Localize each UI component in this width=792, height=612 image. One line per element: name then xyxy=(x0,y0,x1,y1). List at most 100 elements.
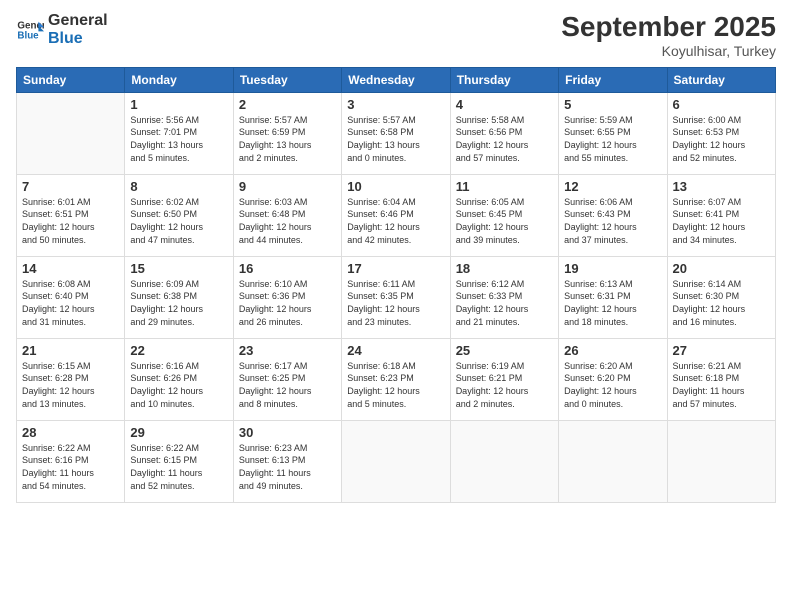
day-info: Sunrise: 6:06 AM Sunset: 6:43 PM Dayligh… xyxy=(564,196,661,246)
day-number: 8 xyxy=(130,179,227,194)
day-number: 17 xyxy=(347,261,444,276)
day-info: Sunrise: 6:02 AM Sunset: 6:50 PM Dayligh… xyxy=(130,196,227,246)
day-info: Sunrise: 6:05 AM Sunset: 6:45 PM Dayligh… xyxy=(456,196,553,246)
day-number: 19 xyxy=(564,261,661,276)
day-number: 4 xyxy=(456,97,553,112)
day-info: Sunrise: 6:09 AM Sunset: 6:38 PM Dayligh… xyxy=(130,278,227,328)
calendar-header-row: SundayMondayTuesdayWednesdayThursdayFrid… xyxy=(17,67,776,92)
day-number: 11 xyxy=(456,179,553,194)
day-info: Sunrise: 6:18 AM Sunset: 6:23 PM Dayligh… xyxy=(347,360,444,410)
day-number: 27 xyxy=(673,343,770,358)
calendar-cell: 21 Sunrise: 6:15 AM Sunset: 6:28 PM Dayli… xyxy=(17,338,125,420)
calendar-cell: 30 Sunrise: 6:23 AM Sunset: 6:13 PM Dayli… xyxy=(233,420,341,502)
day-number: 20 xyxy=(673,261,770,276)
day-number: 7 xyxy=(22,179,119,194)
day-info: Sunrise: 6:13 AM Sunset: 6:31 PM Dayligh… xyxy=(564,278,661,328)
calendar-cell: 4 Sunrise: 5:58 AM Sunset: 6:56 PM Daylig… xyxy=(450,92,558,174)
day-info: Sunrise: 6:10 AM Sunset: 6:36 PM Dayligh… xyxy=(239,278,336,328)
calendar-cell: 26 Sunrise: 6:20 AM Sunset: 6:20 PM Dayli… xyxy=(559,338,667,420)
calendar-cell: 13 Sunrise: 6:07 AM Sunset: 6:41 PM Dayli… xyxy=(667,174,775,256)
day-info: Sunrise: 6:01 AM Sunset: 6:51 PM Dayligh… xyxy=(22,196,119,246)
day-info: Sunrise: 5:57 AM Sunset: 6:59 PM Dayligh… xyxy=(239,114,336,164)
calendar-cell: 28 Sunrise: 6:22 AM Sunset: 6:16 PM Dayli… xyxy=(17,420,125,502)
day-number: 10 xyxy=(347,179,444,194)
calendar: SundayMondayTuesdayWednesdayThursdayFrid… xyxy=(16,67,776,503)
day-info: Sunrise: 5:56 AM Sunset: 7:01 PM Dayligh… xyxy=(130,114,227,164)
calendar-cell: 24Sunrise: 6:18 AM Sunset: 6:23 PM Dayli… xyxy=(342,338,450,420)
day-header-wednesday: Wednesday xyxy=(342,67,450,92)
calendar-cell: 22 Sunrise: 6:16 AM Sunset: 6:26 PM Dayli… xyxy=(125,338,233,420)
day-number: 21 xyxy=(22,343,119,358)
calendar-cell: 23 Sunrise: 6:17 AM Sunset: 6:25 PM Dayli… xyxy=(233,338,341,420)
calendar-cell: 6 Sunrise: 6:00 AM Sunset: 6:53 PM Daylig… xyxy=(667,92,775,174)
calendar-cell: 29 Sunrise: 6:22 AM Sunset: 6:15 PM Dayli… xyxy=(125,420,233,502)
calendar-cell: 14 Sunrise: 6:08 AM Sunset: 6:40 PM Dayli… xyxy=(17,256,125,338)
calendar-cell: 2 Sunrise: 5:57 AM Sunset: 6:59 PM Daylig… xyxy=(233,92,341,174)
day-number: 23 xyxy=(239,343,336,358)
day-number: 9 xyxy=(239,179,336,194)
day-info: Sunrise: 6:07 AM Sunset: 6:41 PM Dayligh… xyxy=(673,196,770,246)
calendar-cell: 11 Sunrise: 6:05 AM Sunset: 6:45 PM Dayli… xyxy=(450,174,558,256)
calendar-cell: 12Sunrise: 6:06 AM Sunset: 6:43 PM Dayli… xyxy=(559,174,667,256)
calendar-cell: 20 Sunrise: 6:14 AM Sunset: 6:30 PM Dayli… xyxy=(667,256,775,338)
day-info: Sunrise: 5:58 AM Sunset: 6:56 PM Dayligh… xyxy=(456,114,553,164)
day-number: 29 xyxy=(130,425,227,440)
day-number: 28 xyxy=(22,425,119,440)
title-block: September 2025 Koyulhisar, Turkey xyxy=(561,12,776,59)
calendar-cell: 8 Sunrise: 6:02 AM Sunset: 6:50 PM Daylig… xyxy=(125,174,233,256)
day-number: 15 xyxy=(130,261,227,276)
calendar-cell xyxy=(17,92,125,174)
calendar-cell: 9 Sunrise: 6:03 AM Sunset: 6:48 PM Daylig… xyxy=(233,174,341,256)
day-info: Sunrise: 6:00 AM Sunset: 6:53 PM Dayligh… xyxy=(673,114,770,164)
day-info: Sunrise: 6:22 AM Sunset: 6:16 PM Dayligh… xyxy=(22,442,119,492)
day-info: Sunrise: 6:23 AM Sunset: 6:13 PM Dayligh… xyxy=(239,442,336,492)
day-info: Sunrise: 6:19 AM Sunset: 6:21 PM Dayligh… xyxy=(456,360,553,410)
day-number: 30 xyxy=(239,425,336,440)
day-info: Sunrise: 6:16 AM Sunset: 6:26 PM Dayligh… xyxy=(130,360,227,410)
calendar-cell: 17Sunrise: 6:11 AM Sunset: 6:35 PM Dayli… xyxy=(342,256,450,338)
day-info: Sunrise: 6:20 AM Sunset: 6:20 PM Dayligh… xyxy=(564,360,661,410)
day-number: 2 xyxy=(239,97,336,112)
day-info: Sunrise: 5:57 AM Sunset: 6:58 PM Dayligh… xyxy=(347,114,444,164)
calendar-cell xyxy=(667,420,775,502)
calendar-cell: 7 Sunrise: 6:01 AM Sunset: 6:51 PM Daylig… xyxy=(17,174,125,256)
day-info: Sunrise: 6:17 AM Sunset: 6:25 PM Dayligh… xyxy=(239,360,336,410)
day-info: Sunrise: 6:21 AM Sunset: 6:18 PM Dayligh… xyxy=(673,360,770,410)
page-subtitle: Koyulhisar, Turkey xyxy=(561,43,776,59)
day-number: 6 xyxy=(673,97,770,112)
day-number: 26 xyxy=(564,343,661,358)
calendar-week-row: 7 Sunrise: 6:01 AM Sunset: 6:51 PM Daylig… xyxy=(17,174,776,256)
day-info: Sunrise: 6:14 AM Sunset: 6:30 PM Dayligh… xyxy=(673,278,770,328)
day-info: Sunrise: 6:15 AM Sunset: 6:28 PM Dayligh… xyxy=(22,360,119,410)
svg-text:Blue: Blue xyxy=(17,30,39,41)
calendar-cell: 3 Sunrise: 5:57 AM Sunset: 6:58 PM Daylig… xyxy=(342,92,450,174)
logo-line1: General xyxy=(48,12,108,30)
calendar-week-row: 21 Sunrise: 6:15 AM Sunset: 6:28 PM Dayli… xyxy=(17,338,776,420)
day-header-tuesday: Tuesday xyxy=(233,67,341,92)
day-number: 13 xyxy=(673,179,770,194)
logo: General Blue General Blue xyxy=(16,12,108,47)
calendar-cell: 5Sunrise: 5:59 AM Sunset: 6:55 PM Daylig… xyxy=(559,92,667,174)
day-info: Sunrise: 6:08 AM Sunset: 6:40 PM Dayligh… xyxy=(22,278,119,328)
calendar-cell: 25 Sunrise: 6:19 AM Sunset: 6:21 PM Dayli… xyxy=(450,338,558,420)
day-info: Sunrise: 6:12 AM Sunset: 6:33 PM Dayligh… xyxy=(456,278,553,328)
day-info: Sunrise: 5:59 AM Sunset: 6:55 PM Dayligh… xyxy=(564,114,661,164)
logo-icon: General Blue xyxy=(16,16,44,44)
day-number: 14 xyxy=(22,261,119,276)
day-info: Sunrise: 6:04 AM Sunset: 6:46 PM Dayligh… xyxy=(347,196,444,246)
day-number: 25 xyxy=(456,343,553,358)
header: General Blue General Blue September 2025… xyxy=(16,12,776,59)
day-info: Sunrise: 6:22 AM Sunset: 6:15 PM Dayligh… xyxy=(130,442,227,492)
calendar-week-row: 1Sunrise: 5:56 AM Sunset: 7:01 PM Daylig… xyxy=(17,92,776,174)
calendar-cell xyxy=(342,420,450,502)
day-info: Sunrise: 6:03 AM Sunset: 6:48 PM Dayligh… xyxy=(239,196,336,246)
day-number: 22 xyxy=(130,343,227,358)
day-header-friday: Friday xyxy=(559,67,667,92)
calendar-cell: 19 Sunrise: 6:13 AM Sunset: 6:31 PM Dayli… xyxy=(559,256,667,338)
calendar-cell: 10 Sunrise: 6:04 AM Sunset: 6:46 PM Dayli… xyxy=(342,174,450,256)
calendar-week-row: 14 Sunrise: 6:08 AM Sunset: 6:40 PM Dayli… xyxy=(17,256,776,338)
page-title: September 2025 xyxy=(561,12,776,43)
calendar-cell xyxy=(450,420,558,502)
day-header-thursday: Thursday xyxy=(450,67,558,92)
day-number: 3 xyxy=(347,97,444,112)
